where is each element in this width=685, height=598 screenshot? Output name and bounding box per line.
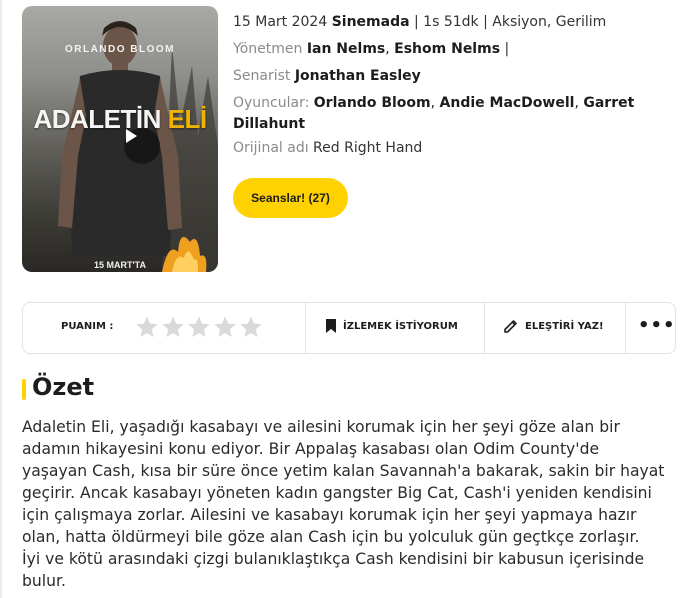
- summary-line: olan, hatta öldürmeyi bile göze alan Cas…: [22, 528, 640, 546]
- movie-poster[interactable]: ORLANDO BLOOM ADALETİN ELİ 15 MART'TA: [22, 6, 218, 272]
- cast-link[interactable]: Andie MacDowell: [440, 95, 575, 111]
- director-row: Yönetmen Ian Nelms, Eshom Nelms |: [233, 41, 510, 57]
- poster-actor-name: ORLANDO BLOOM: [64, 44, 176, 55]
- watchlist-button[interactable]: İZLEMEK İSTİYORUM: [326, 319, 458, 333]
- writer-label: Senarist: [233, 68, 291, 84]
- write-review-label: ELEŞTİRİ YAZ!: [525, 320, 604, 332]
- writer-row: Senarist Jonathan Easley: [233, 66, 421, 87]
- page-left-border: [0, 0, 2, 598]
- summary-title: Özet: [32, 373, 95, 401]
- director-link[interactable]: Eshom Nelms: [394, 41, 500, 57]
- cast-label: Oyuncular:: [233, 95, 310, 111]
- cast-link[interactable]: Dillahunt: [233, 116, 305, 132]
- bar-divider: [305, 303, 306, 353]
- release-status[interactable]: Sinemada: [332, 14, 410, 30]
- original-title-label: Orijinal adı: [233, 140, 309, 156]
- director-link[interactable]: Ian Nelms: [307, 41, 385, 57]
- star-icon[interactable]: [187, 315, 211, 339]
- summary-line: yaşayan Cash, kısa bir süre önce yetim k…: [22, 462, 665, 480]
- summary-line: adamın hikayesini konu ediyor. Bir Appal…: [22, 440, 600, 458]
- summary-line: geçirir. Ancak kasabayı yöneten kadın ga…: [22, 484, 652, 502]
- summary-text: Adaletin Eli, yaşadığı kasabayı ve ailes…: [22, 416, 674, 592]
- cast-row: Oyuncular: Orlando Bloom, Andie MacDowel…: [233, 95, 635, 111]
- cast-link[interactable]: Orlando Bloom: [314, 95, 431, 111]
- star-icon[interactable]: [135, 315, 159, 339]
- action-bar: PUANIM : İZLEMEK İSTİYORUM ELEŞTİRİ YAZ!…: [22, 302, 676, 354]
- pencil-icon: [504, 320, 517, 333]
- write-review-button[interactable]: ELEŞTİRİ YAZ!: [504, 319, 604, 333]
- trailer-play-button[interactable]: [124, 128, 160, 164]
- cast-row-continued: Dillahunt: [233, 114, 305, 135]
- play-icon: [126, 129, 137, 143]
- original-title-row: Orijinal adı Red Right Hand: [233, 138, 422, 159]
- poster-title: ADALETİN ELİ: [22, 104, 218, 135]
- section-accent-bar: [22, 379, 26, 400]
- cast-link[interactable]: Garret: [583, 95, 634, 111]
- sessions-button[interactable]: Seanslar! (27): [233, 178, 348, 218]
- star-icon[interactable]: [239, 315, 263, 339]
- poster-title-accent: ELİ: [167, 104, 207, 134]
- movie-details: | 1s 51dk | Aksiyon, Gerilim: [414, 14, 607, 30]
- bookmark-icon: [326, 319, 336, 333]
- bar-divider: [625, 303, 626, 353]
- release-date: 15 Mart 2024: [233, 14, 328, 30]
- writer-link[interactable]: Jonathan Easley: [295, 68, 421, 84]
- rating-stars[interactable]: [135, 315, 263, 339]
- director-label: Yönetmen: [233, 41, 303, 57]
- release-row: 15 Mart 2024 Sinemada | 1s 51dk | Aksiyo…: [233, 12, 606, 33]
- watchlist-label: İZLEMEK İSTİYORUM: [343, 320, 458, 332]
- director-separator: |: [504, 41, 510, 57]
- original-title: Red Right Hand: [313, 140, 423, 156]
- summary-line: Adaletin Eli, yaşadığı kasabayı ve ailes…: [22, 418, 620, 436]
- summary-line: için çalışmaya zorlar. Ailesini ve kasab…: [22, 506, 637, 524]
- bar-divider: [484, 303, 485, 353]
- star-icon[interactable]: [161, 315, 185, 339]
- more-dots-icon[interactable]: •••: [638, 317, 676, 335]
- summary-line: İyi ve kötü arasındaki çizgi bulanıklaşt…: [22, 550, 645, 568]
- star-icon[interactable]: [213, 315, 237, 339]
- rating-label: PUANIM :: [61, 321, 114, 332]
- summary-line: bulur.: [22, 572, 66, 590]
- poster-date: 15 MART'TA: [94, 260, 146, 270]
